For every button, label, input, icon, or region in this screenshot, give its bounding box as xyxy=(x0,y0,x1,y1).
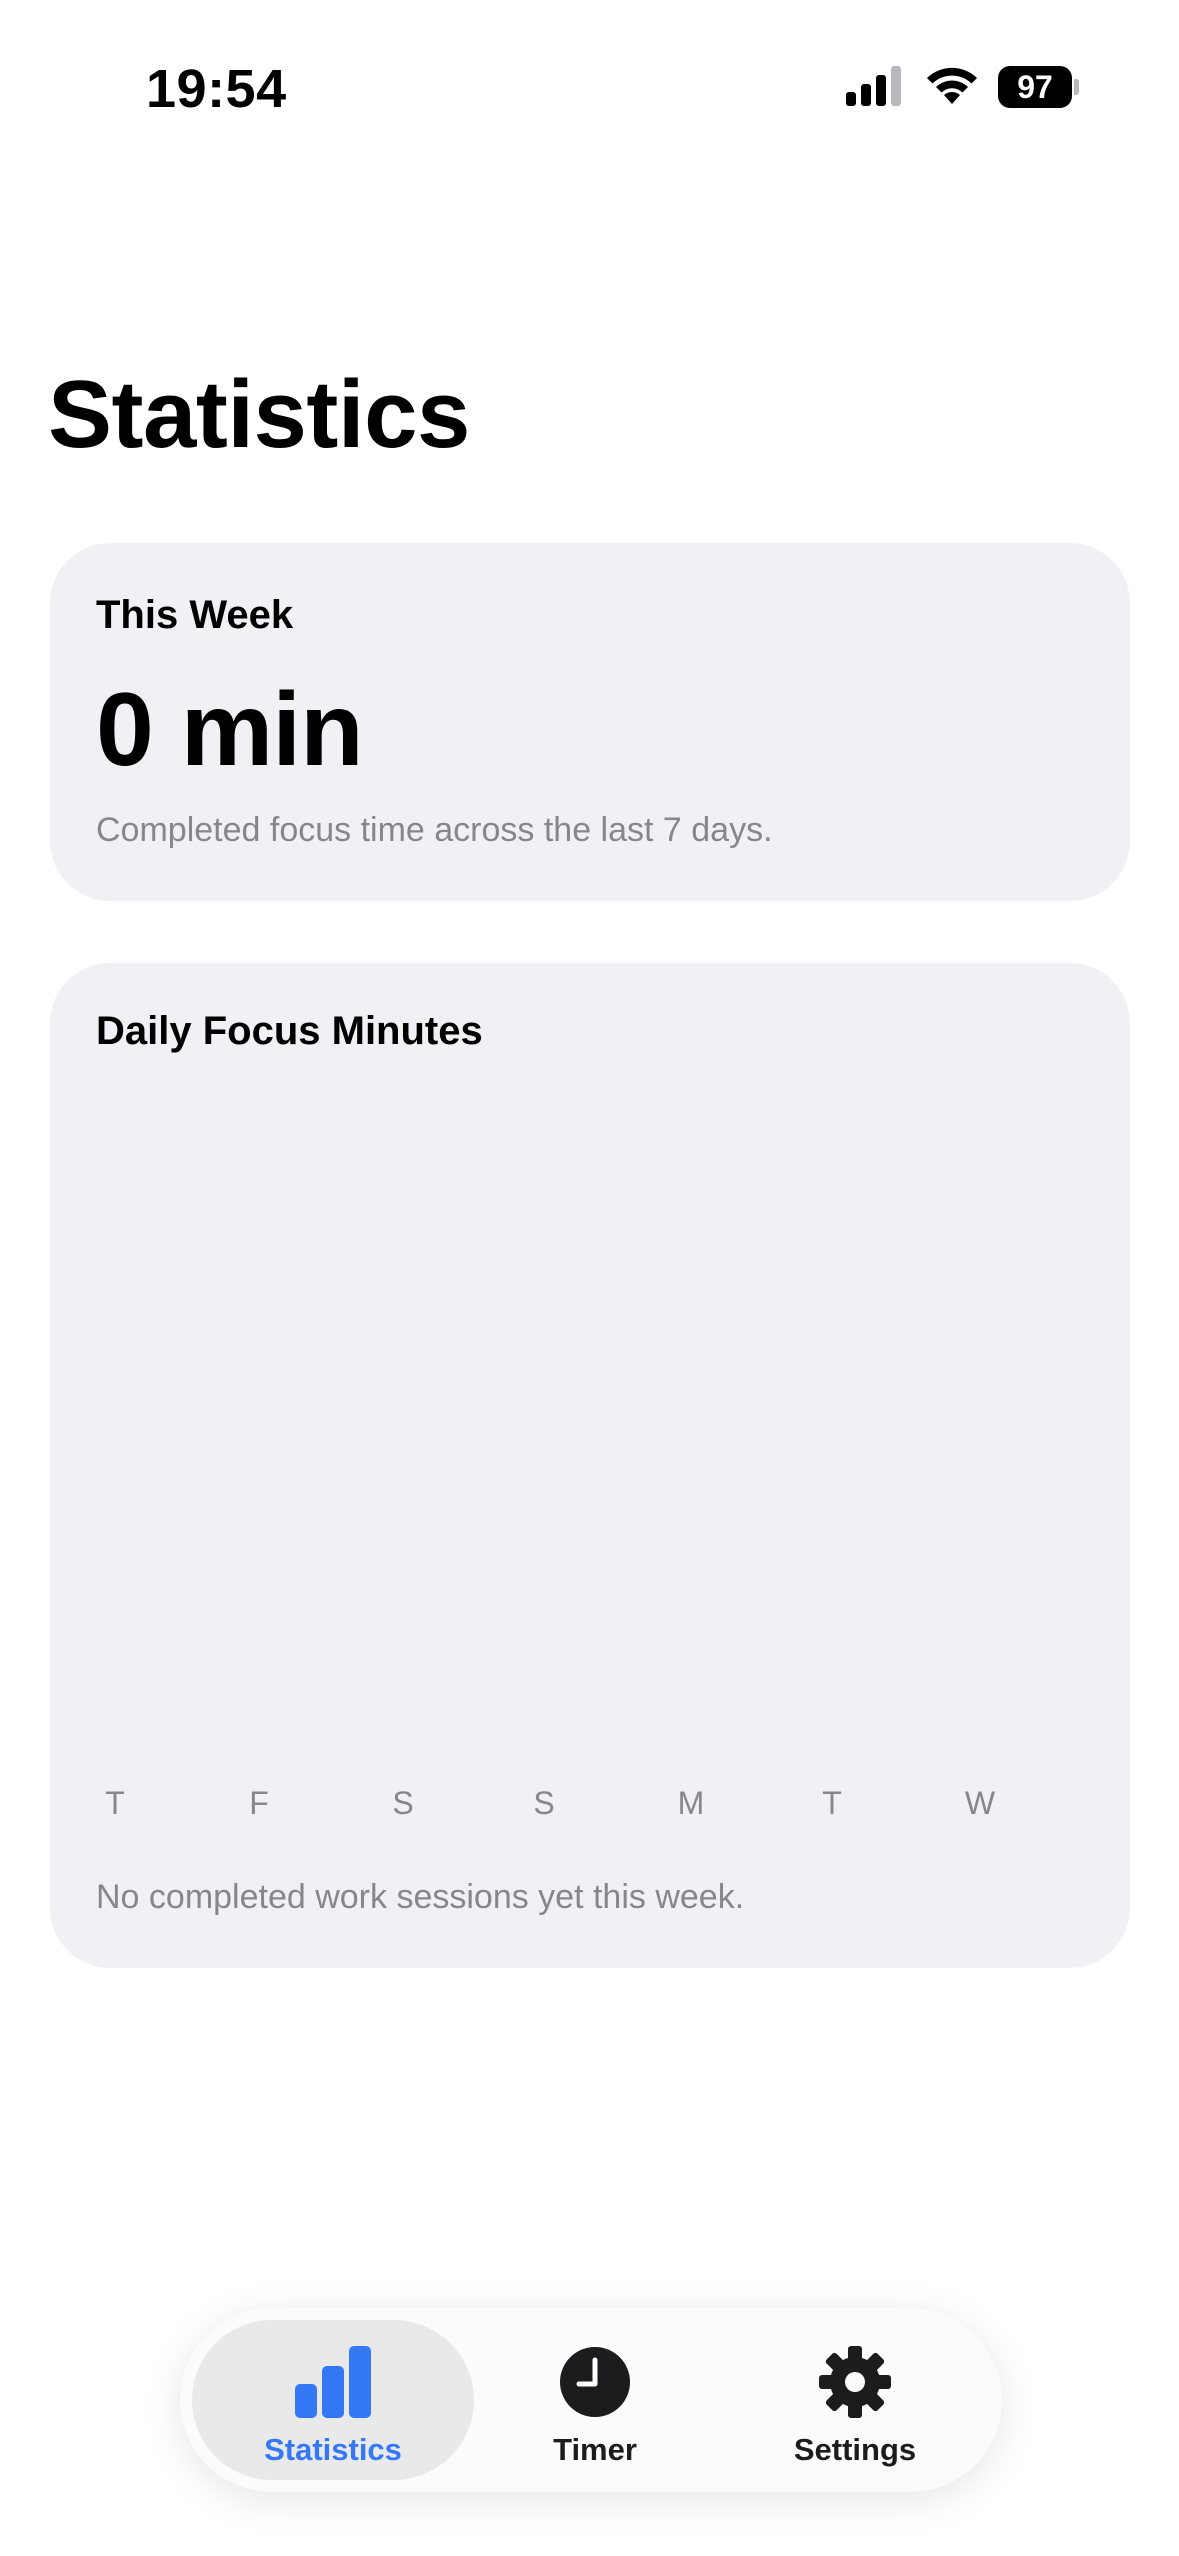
this-week-heading: This Week xyxy=(96,593,294,637)
cellular-signal-icon xyxy=(846,66,901,106)
chart-x-tick-label: T xyxy=(105,1785,125,1821)
tab-statistics-label: Statistics xyxy=(264,2432,402,2467)
page-title: Statistics xyxy=(48,361,470,468)
bar-chart-icon xyxy=(295,2346,371,2418)
daily-focus-card: Daily Focus Minutes T F S S M T W No completed… xyxy=(50,963,1130,1968)
wifi-icon xyxy=(927,67,977,104)
tab-settings-label: Settings xyxy=(793,2432,917,2467)
this-week-card: This Week 0 min Completed focus time acr… xyxy=(50,543,1130,901)
gear-icon xyxy=(819,2346,891,2418)
daily-focus-chart xyxy=(96,1083,1086,1733)
statistics-screen: 19:54 97 Statistics This Week 0 min Comp… xyxy=(0,0,1179,2556)
chart-x-tick-label: S xyxy=(533,1785,555,1821)
tab-timer-label: Timer xyxy=(553,2432,637,2467)
chart-x-axis: TFSSMTW xyxy=(96,1785,1086,1825)
chart-x-tick-label: S xyxy=(392,1785,414,1821)
chart-heading: Daily Focus Minutes xyxy=(96,1009,483,1053)
chart-x-tick-label: T xyxy=(822,1785,842,1821)
battery-icon: 97 xyxy=(998,66,1079,108)
tab-statistics[interactable]: Statistics xyxy=(192,2320,474,2480)
clock-icon xyxy=(560,2347,630,2417)
battery-level: 97 xyxy=(998,66,1072,108)
chart-x-tick-label: W xyxy=(964,1785,996,1821)
chart-x-tick-label: F xyxy=(249,1785,269,1821)
chart-x-tick-label: M xyxy=(677,1785,705,1821)
chart-empty-caption: No completed work sessions yet this week… xyxy=(96,1878,745,1916)
week-caption: Completed focus time across the last 7 d… xyxy=(96,811,773,849)
battery-cap xyxy=(1074,79,1079,95)
tab-settings[interactable]: Settings xyxy=(720,2320,990,2480)
tab-timer[interactable]: Timer xyxy=(480,2320,710,2480)
status-time: 19:54 xyxy=(146,59,287,119)
week-total-value: 0 min xyxy=(96,672,364,788)
tab-bar: Statistics Timer Settings xyxy=(180,2308,1002,2492)
